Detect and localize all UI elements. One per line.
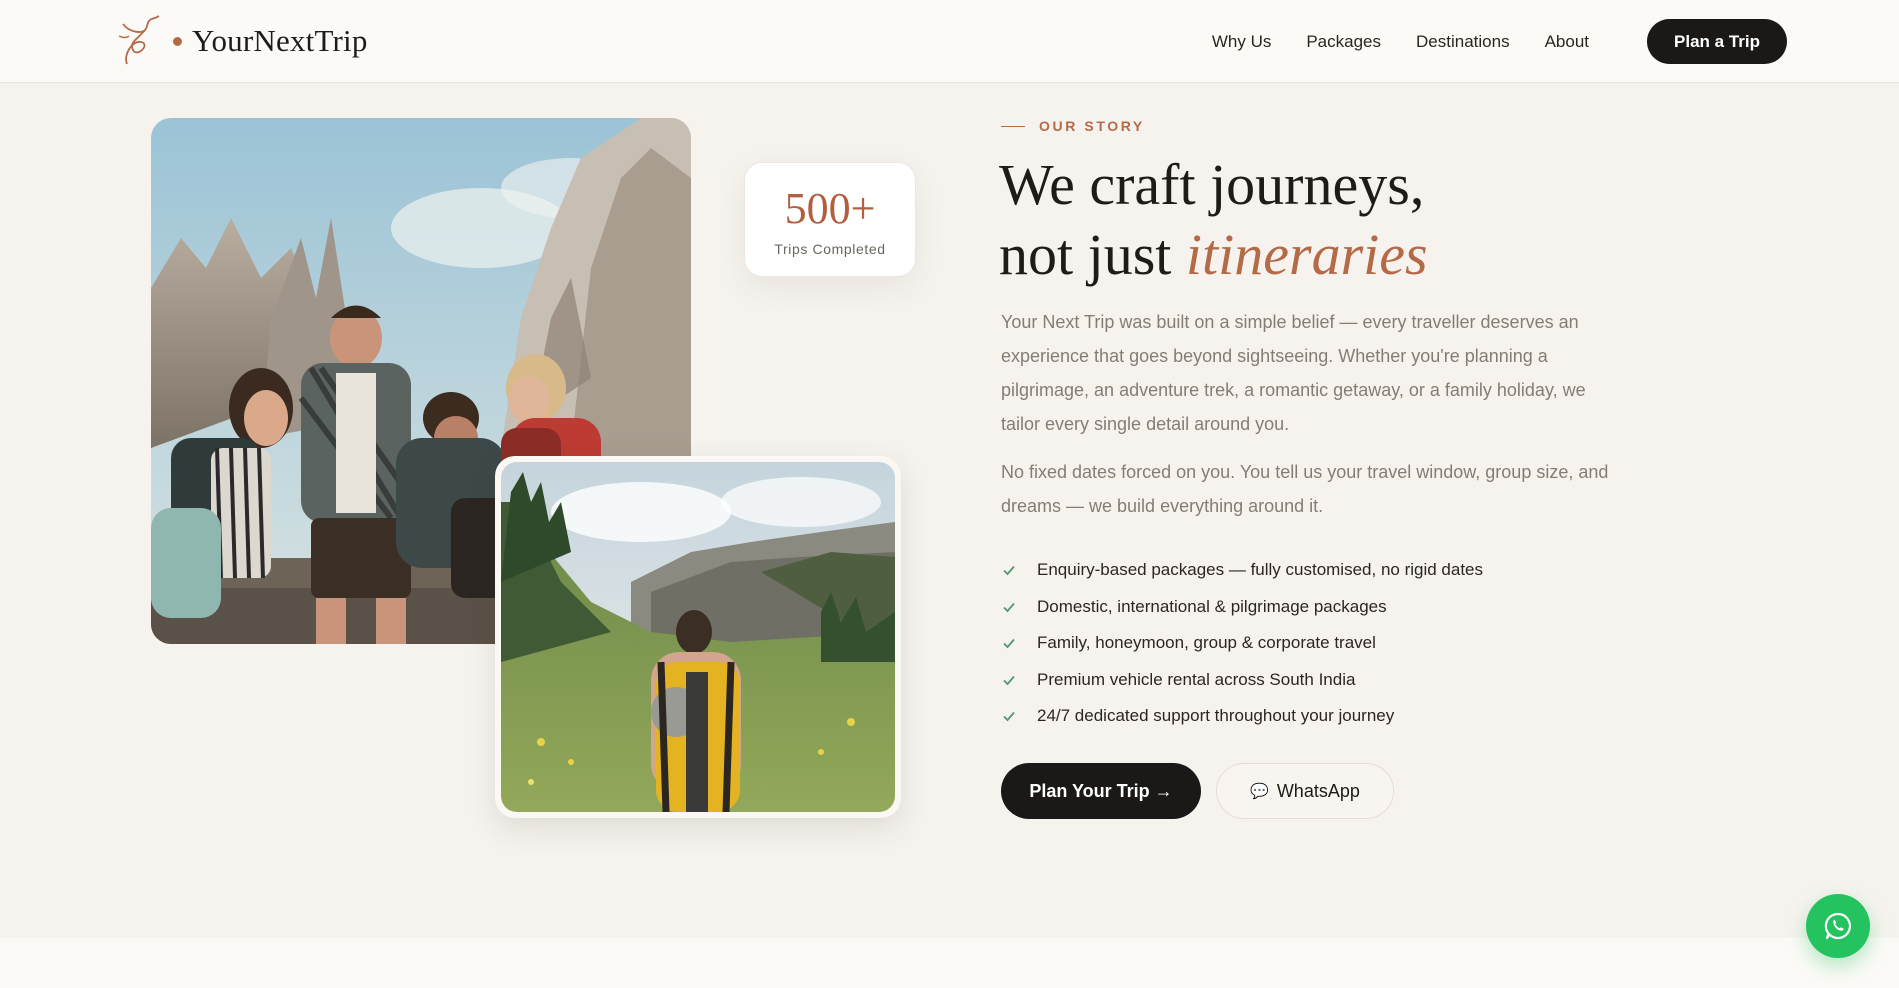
nav-link-about[interactable]: About	[1545, 32, 1589, 52]
nav-links: Why Us Packages Destinations About Plan …	[1177, 0, 1787, 83]
check-icon	[1003, 602, 1015, 613]
feature-text: Enquiry-based packages — fully customise…	[1037, 560, 1484, 580]
headline-line-1: We craft journeys,	[999, 152, 1425, 217]
check-icon	[1003, 675, 1015, 686]
eyebrow-line	[1001, 125, 1025, 127]
nav-link-packages[interactable]: Packages	[1306, 32, 1381, 52]
feature-item: Enquiry-based packages — fully customise…	[1001, 552, 1483, 589]
nav-link-destinations[interactable]: Destinations	[1416, 32, 1510, 52]
speech-bubble-icon: 💬	[1250, 783, 1269, 800]
bird-trail-logo-icon	[118, 15, 160, 65]
brand-dot	[173, 36, 182, 46]
section-eyebrow: OUR STORY	[1001, 118, 1145, 134]
brand-logo[interactable]: YourNextTrip	[115, 14, 368, 68]
brand-name: YourNextTrip	[192, 23, 368, 58]
feature-item: Domestic, international & pilgrimage pac…	[1001, 589, 1483, 626]
top-navbar: YourNextTrip Why Us Packages Destination…	[0, 0, 1899, 83]
next-section-band	[0, 938, 1899, 988]
trips-completed-value: 500+	[784, 184, 876, 233]
feature-text: 24/7 dedicated support throughout your j…	[1037, 706, 1395, 726]
trips-completed-card: 500+ Trips Completed	[744, 162, 916, 277]
feature-text: Premium vehicle rental across South Indi…	[1037, 669, 1356, 689]
check-icon	[1003, 639, 1015, 649]
eyebrow-text: OUR STORY	[1039, 118, 1145, 134]
whatsapp-button[interactable]: 💬 WhatsApp	[1216, 763, 1394, 819]
headline-accent-word: itineraries	[1185, 222, 1428, 287]
whatsapp-icon	[1824, 912, 1852, 940]
backpacker-photo-card	[495, 456, 901, 818]
section-headline: We craft journeys, not just itineraries	[999, 150, 1619, 290]
nav-link-why-us[interactable]: Why Us	[1212, 32, 1272, 52]
feature-item: 24/7 dedicated support throughout your j…	[1001, 698, 1483, 735]
plan-your-trip-button[interactable]: Plan Your Trip →	[1001, 763, 1201, 819]
story-paragraph-2: No fixed dates forced on you. You tell u…	[1001, 462, 1609, 516]
headline-line-2-plain: not just	[999, 222, 1186, 287]
feature-list: Enquiry-based packages — fully customise…	[1001, 552, 1483, 735]
story-paragraph-1: Your Next Trip was built on a simple bel…	[1001, 312, 1586, 434]
feature-text: Domestic, international & pilgrimage pac…	[1037, 596, 1387, 616]
feature-item: Premium vehicle rental across South Indi…	[1001, 662, 1483, 699]
check-icon	[1003, 712, 1015, 722]
backpacker-valley-photo	[501, 462, 895, 812]
feature-text: Family, honeymoon, group & corporate tra…	[1037, 633, 1376, 653]
plan-a-trip-button[interactable]: Plan a Trip	[1647, 19, 1787, 64]
trips-completed-label: Trips Completed	[774, 241, 886, 257]
feature-item: Family, honeymoon, group & corporate tra…	[1001, 625, 1483, 662]
whatsapp-button-label: WhatsApp	[1276, 780, 1360, 801]
whatsapp-floating-button[interactable]	[1806, 894, 1870, 958]
check-icon	[1003, 566, 1015, 576]
